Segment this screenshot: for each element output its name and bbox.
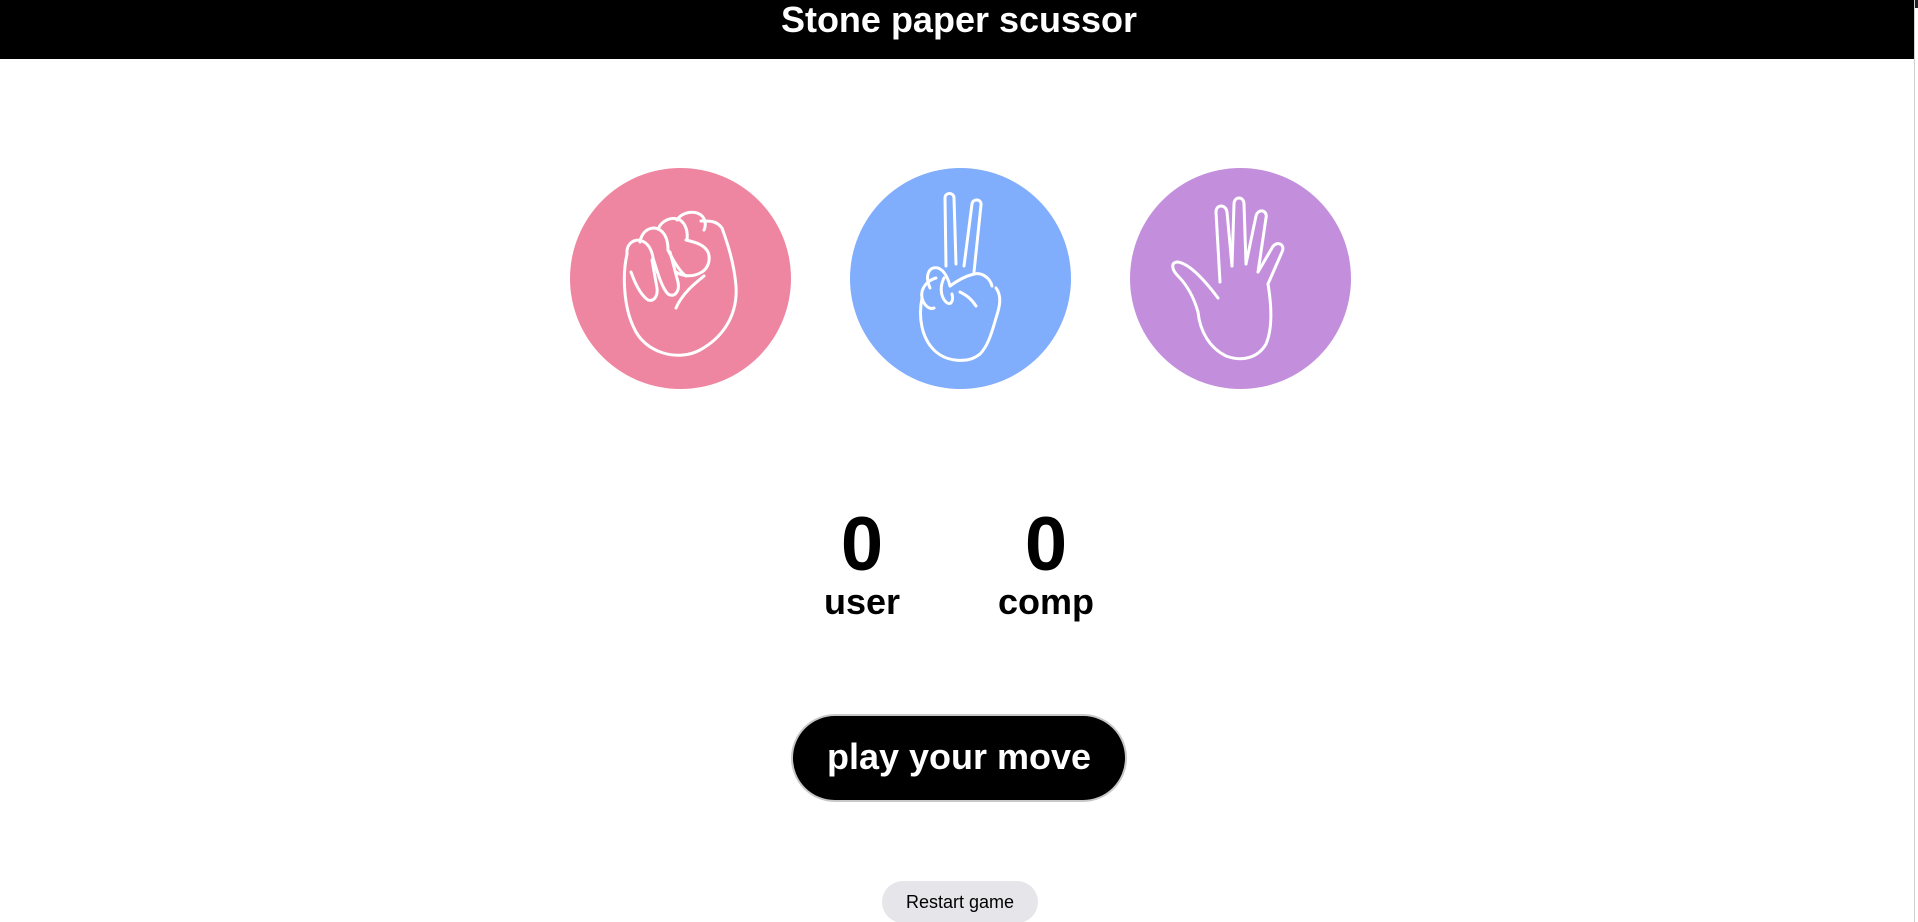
play-move-button[interactable]: play your move bbox=[791, 714, 1127, 802]
choices-row bbox=[0, 168, 1918, 390]
scrollbar-edge bbox=[1914, 0, 1915, 922]
user-score: 0 user bbox=[792, 505, 932, 623]
game-page: Stone paper scussor 0 user 0 comp play y… bbox=[0, 0, 1918, 922]
paper-choice-button[interactable] bbox=[1130, 168, 1351, 389]
restart-game-button[interactable]: Restart game bbox=[882, 881, 1038, 922]
open-hand-icon bbox=[1171, 196, 1285, 361]
comp-score-value: 0 bbox=[1024, 502, 1068, 587]
scissors-choice-button[interactable] bbox=[850, 168, 1071, 389]
comp-score-label: comp bbox=[997, 581, 1094, 622]
peace-hand-icon bbox=[919, 192, 1002, 362]
fist-icon bbox=[622, 210, 738, 357]
page-header: Stone paper scussor bbox=[0, 0, 1914, 59]
comp-score: 0 comp bbox=[976, 505, 1116, 623]
rock-choice-button[interactable] bbox=[570, 168, 791, 389]
user-score-label: user bbox=[823, 581, 901, 622]
page-title: Stone paper scussor bbox=[780, 0, 1138, 40]
user-score-value: 0 bbox=[840, 502, 884, 587]
